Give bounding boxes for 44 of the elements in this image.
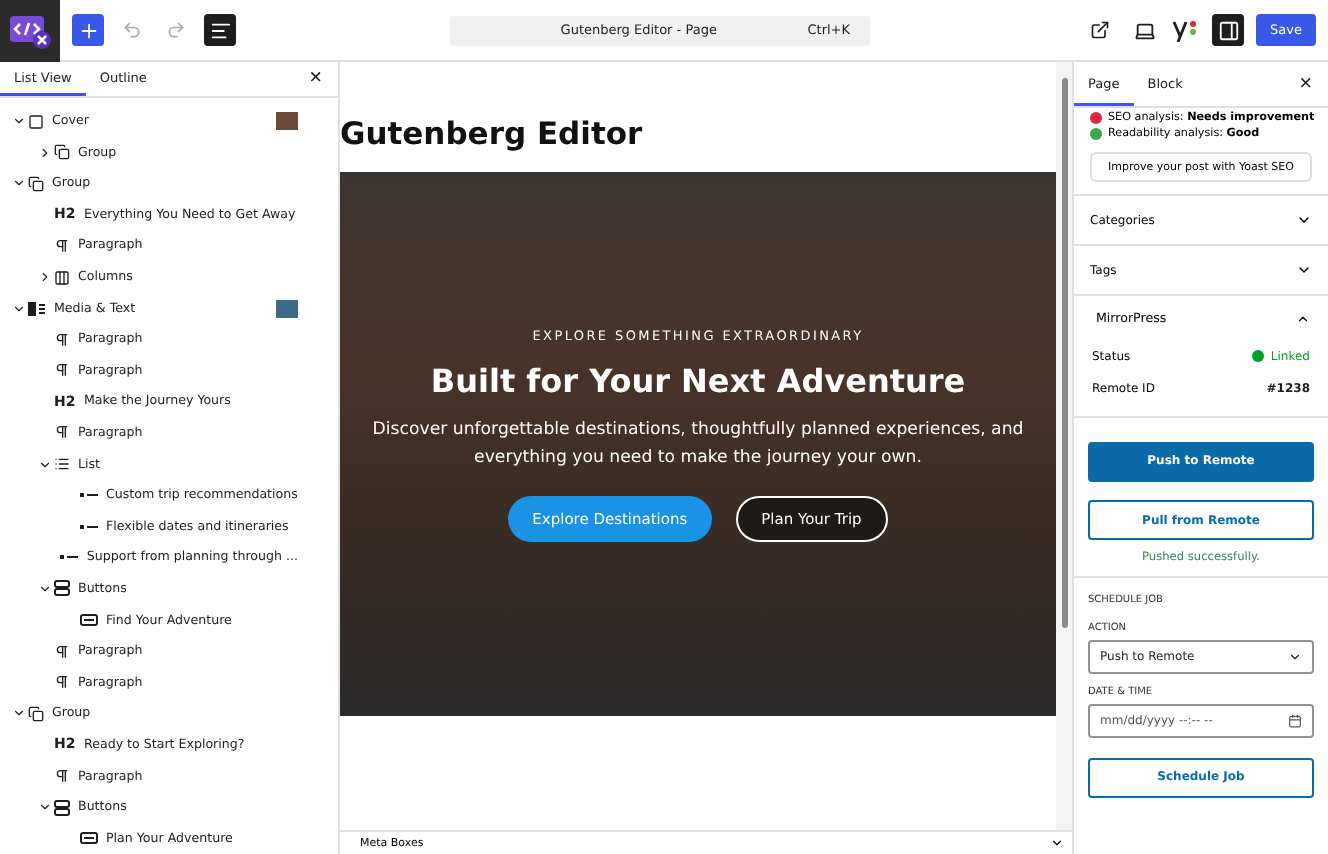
list-block-icon <box>54 456 70 473</box>
hero-text: Discover unforgettable destinations, thoughtfully planned experiences, and everything you need to make the journey your own. <box>370 418 1026 472</box>
button-block-icon <box>80 614 98 627</box>
paragraph-block-icon <box>54 643 70 660</box>
calendar-icon[interactable] <box>1288 714 1302 728</box>
close-button[interactable]: × <box>309 67 322 90</box>
group-block-icon <box>28 705 44 722</box>
site-logo[interactable] <box>0 0 60 61</box>
buttons-block-icon <box>54 799 70 816</box>
cover-block-icon <box>28 113 44 130</box>
scrollbar[interactable] <box>1056 62 1072 830</box>
chevron-down-icon[interactable] <box>37 457 51 472</box>
list-item-icon <box>60 554 79 561</box>
group-block-icon <box>28 175 44 192</box>
paragraph-block-icon <box>54 331 70 348</box>
chevron-down-icon[interactable] <box>11 301 25 316</box>
button-block-icon <box>80 832 98 845</box>
paragraph-block-icon <box>54 237 70 254</box>
list-item-icon <box>80 492 98 499</box>
chevron-down-icon[interactable] <box>11 706 25 721</box>
media-text-block-icon <box>28 301 46 316</box>
chevron-right-icon[interactable] <box>37 145 51 160</box>
hero-heading: Built for Your Next Adventure <box>430 362 966 400</box>
group-block-icon <box>54 144 70 161</box>
chevron-up-icon[interactable] <box>1296 311 1310 325</box>
page-title: Gutenberg Editor <box>340 116 645 152</box>
paragraph-block-icon <box>54 674 70 691</box>
chevron-down-icon[interactable] <box>37 581 51 596</box>
chevron-down-icon[interactable] <box>1296 262 1312 278</box>
chevron-down-icon[interactable] <box>11 114 25 129</box>
columns-block-icon <box>54 269 70 286</box>
chevron-right-icon[interactable] <box>37 270 51 285</box>
chevron-down-icon[interactable] <box>1296 212 1312 228</box>
list-item-icon <box>80 523 98 530</box>
chevron-down-icon <box>1288 650 1302 664</box>
chevron-down-icon[interactable] <box>1050 836 1064 850</box>
buttons-block-icon <box>54 580 70 597</box>
paragraph-block-icon <box>54 768 70 785</box>
paragraph-block-icon <box>54 424 70 441</box>
chevron-down-icon[interactable] <box>11 176 25 191</box>
close-button[interactable]: × <box>1299 73 1312 95</box>
chevron-down-icon[interactable] <box>37 800 51 815</box>
external-link-icon[interactable] <box>1090 20 1111 40</box>
paragraph-block-icon <box>54 362 70 379</box>
